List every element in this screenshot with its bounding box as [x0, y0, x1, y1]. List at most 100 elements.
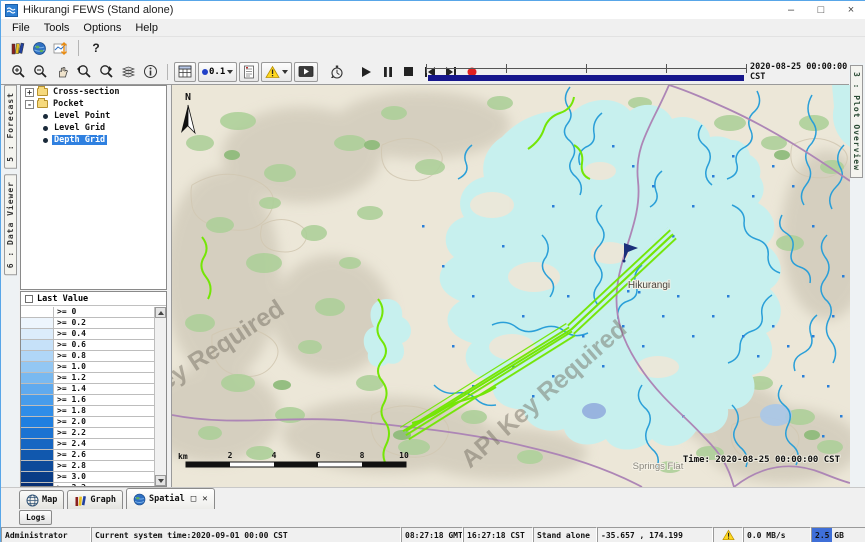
- legend-label: >= 1.2: [54, 373, 86, 383]
- grid-overlay-button[interactable]: [174, 62, 196, 82]
- status-gmt-time: 08:27:18 GMT: [401, 527, 463, 542]
- map-display-button[interactable]: [28, 38, 50, 58]
- layer-bullet-icon: [43, 126, 48, 131]
- status-coordinates: -35.657 , 174.199: [597, 527, 713, 542]
- legend-swatch: [21, 472, 54, 482]
- toolbar-separator: [167, 64, 168, 80]
- legend-label: >= 2.6: [54, 450, 86, 460]
- tab-forecast[interactable]: 5 : Forecast: [4, 85, 17, 169]
- tree-item-level-point[interactable]: Level Point: [21, 110, 166, 122]
- menu-item[interactable]: File: [5, 20, 37, 36]
- tab-spatial[interactable]: Spatial □ ✕: [126, 488, 215, 509]
- info-button[interactable]: [139, 62, 161, 82]
- legend-row[interactable]: >= 2.6: [21, 450, 154, 461]
- timeline-slider[interactable]: [426, 63, 746, 81]
- legend-row[interactable]: >= 1.8: [21, 406, 154, 417]
- title-bar: Hikurangi FEWS (Stand alone) – □ ×: [1, 1, 865, 19]
- play-button[interactable]: [358, 64, 375, 80]
- tree-item-depth-grid[interactable]: Depth Grid: [21, 134, 166, 146]
- left-panel: + Cross-section - Pocket Level Point Lev…: [19, 85, 169, 487]
- legend-row[interactable]: >= 0.4: [21, 329, 154, 340]
- tab-data-viewer[interactable]: 6 : Data Viewer: [4, 174, 17, 275]
- expander-icon[interactable]: -: [25, 100, 34, 109]
- layers-tree: + Cross-section - Pocket Level Point Lev…: [20, 85, 167, 290]
- scroll-up-button[interactable]: [155, 307, 166, 318]
- svg-text:4: 4: [272, 451, 277, 460]
- maximize-button[interactable]: □: [806, 1, 836, 19]
- status-memory: 2.5 GB: [811, 527, 865, 542]
- spatial-map[interactable]: API Key Required API Key Required Hikura…: [171, 85, 849, 487]
- folder-icon: [37, 100, 48, 108]
- tab-close-button[interactable]: ✕: [202, 494, 207, 504]
- tab-plot-overview[interactable]: 3 : Plot Overview: [850, 65, 863, 178]
- menu-item[interactable]: Options: [76, 20, 128, 36]
- contour-threshold-button[interactable]: 0.1: [198, 62, 237, 82]
- database-display-button[interactable]: [6, 38, 28, 58]
- legend-swatch: [21, 340, 54, 350]
- legend-row[interactable]: >= 1.4: [21, 384, 154, 395]
- legend-row[interactable]: >= 0.2: [21, 318, 154, 329]
- scroll-down-button[interactable]: [155, 475, 166, 486]
- legend-row[interactable]: >= 0.6: [21, 340, 154, 351]
- expander-icon[interactable]: +: [25, 88, 34, 97]
- zoom-next-button[interactable]: [95, 62, 117, 82]
- layers-button[interactable]: [117, 62, 139, 82]
- close-button[interactable]: ×: [836, 1, 865, 19]
- legend-list: >= 0 >= 0.2 >= 0.4 >= 0.6 >= 0.8 >= 1.0 …: [21, 307, 154, 486]
- tree-item-cross-section[interactable]: + Cross-section: [21, 86, 166, 98]
- zoom-previous-button[interactable]: [73, 62, 95, 82]
- minimize-button[interactable]: –: [776, 1, 806, 19]
- window-title: Hikurangi FEWS (Stand alone): [23, 4, 173, 16]
- tab-maximize-button[interactable]: □: [191, 494, 196, 504]
- menu-item[interactable]: Help: [128, 20, 165, 36]
- map-time-label: Time: 2020-08-25 00:00:00 CST: [683, 454, 841, 465]
- tab-graph[interactable]: Graph: [67, 490, 123, 509]
- pan-button[interactable]: [51, 62, 73, 82]
- main-toolbar: ?: [1, 37, 865, 59]
- legend-button[interactable]: [239, 62, 259, 82]
- legend-swatch: [21, 384, 54, 394]
- legend-row[interactable]: >= 3.2: [21, 483, 154, 486]
- toolbar-separator: [78, 40, 79, 56]
- legend-swatch: [21, 307, 54, 317]
- right-tab-strip: 3 : Plot Overview: [849, 63, 865, 487]
- legend-row[interactable]: >= 2.4: [21, 439, 154, 450]
- tree-item-level-grid[interactable]: Level Grid: [21, 122, 166, 134]
- legend-panel: Last Value >= 0 >= 0.2 >= 0.4 >= 0.6 >= …: [20, 291, 167, 487]
- status-local-time: 16:27:18 CST: [463, 527, 533, 542]
- svg-text:10: 10: [399, 451, 409, 460]
- legend-row[interactable]: >= 2.2: [21, 428, 154, 439]
- thresholds-warning-button[interactable]: [261, 62, 292, 82]
- help-button[interactable]: ?: [85, 38, 107, 58]
- zoom-in-button[interactable]: [7, 62, 29, 82]
- time-settings-button[interactable]: [326, 62, 348, 82]
- legend-swatch: [21, 351, 54, 361]
- svg-text:N: N: [185, 92, 191, 103]
- legend-scrollbar[interactable]: [154, 307, 166, 486]
- tree-item-pocket[interactable]: - Pocket: [21, 98, 166, 110]
- status-system-time: Current system time:2020-09-01 00:00 CST: [91, 527, 401, 542]
- stop-button[interactable]: [400, 64, 417, 80]
- legend-swatch: [21, 417, 54, 427]
- animation-button[interactable]: [294, 62, 318, 82]
- menu-item[interactable]: Tools: [37, 20, 77, 36]
- pond: [582, 403, 606, 419]
- legend-row[interactable]: >= 3.0: [21, 472, 154, 483]
- svg-text:km: km: [178, 452, 188, 461]
- legend-row[interactable]: >= 1.2: [21, 373, 154, 384]
- legend-row[interactable]: >= 0.8: [21, 351, 154, 362]
- legend-row[interactable]: >= 2.0: [21, 417, 154, 428]
- timeseries-display-button[interactable]: [50, 38, 72, 58]
- status-user: Administrator: [1, 527, 91, 542]
- zoom-out-button[interactable]: [29, 62, 51, 82]
- last-value-checkbox[interactable]: [25, 295, 33, 303]
- legend-row[interactable]: >= 1.6: [21, 395, 154, 406]
- tab-map[interactable]: Map: [19, 490, 64, 509]
- legend-row[interactable]: >= 0: [21, 307, 154, 318]
- legend-swatch: [21, 450, 54, 460]
- pause-button[interactable]: [379, 64, 396, 80]
- legend-row[interactable]: >= 2.8: [21, 461, 154, 472]
- legend-row[interactable]: >= 1.0: [21, 362, 154, 373]
- logs-button[interactable]: Logs: [19, 510, 52, 525]
- status-mode: Stand alone: [533, 527, 597, 542]
